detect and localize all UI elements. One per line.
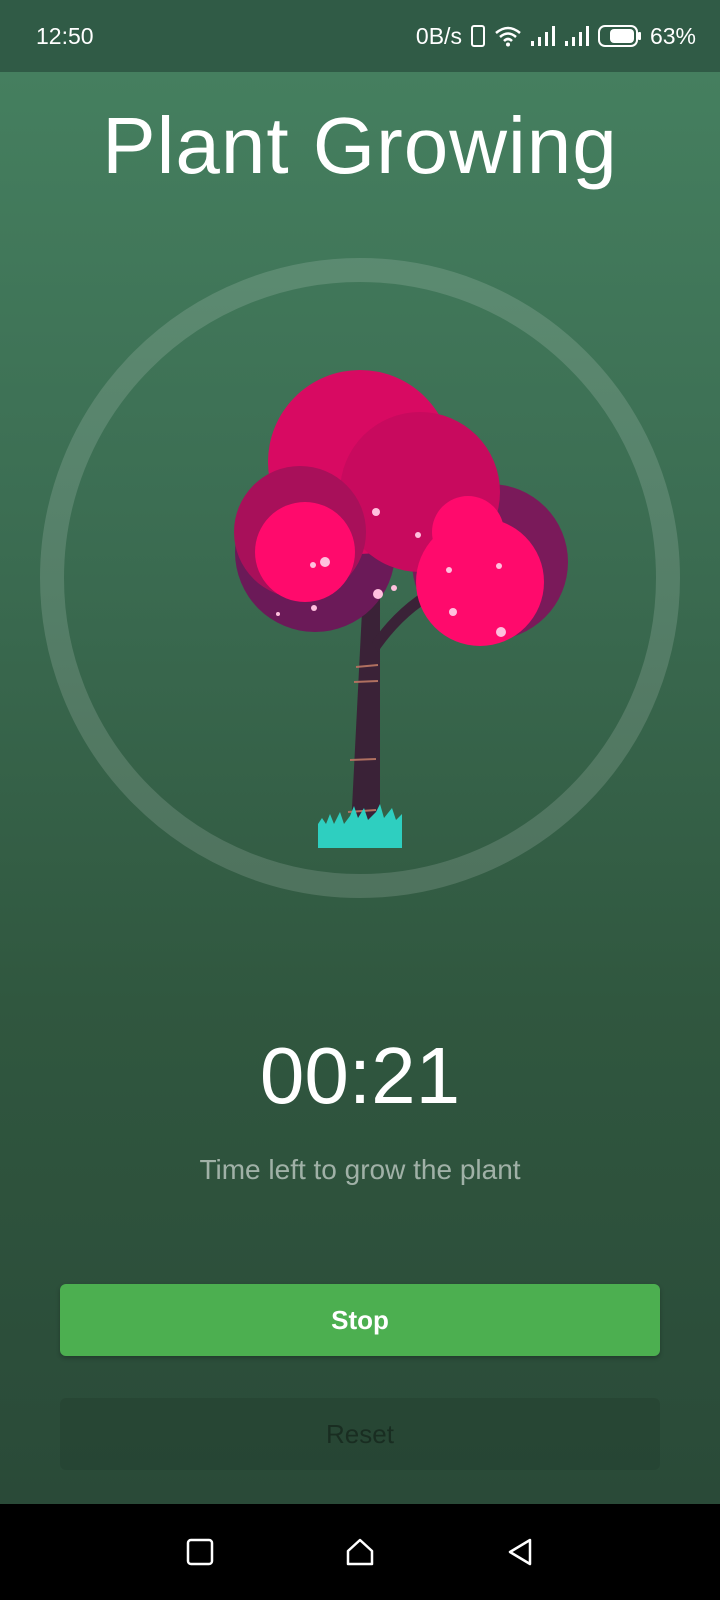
status-icons: 0B/s 63% [416,23,696,50]
stop-button[interactable]: Stop [60,1284,660,1356]
page-title: Plant Growing [102,101,618,190]
countdown-timer: 00:21 [259,1031,461,1120]
signal-icon [530,25,556,47]
tree-illustration [234,370,568,848]
timer-caption: Time left to grow the plant [199,1154,521,1185]
status-time: 12:50 [36,22,94,49]
reset-button[interactable]: Reset [60,1398,660,1470]
system-nav-bar [0,1504,720,1600]
battery-percent: 63% [649,22,696,49]
phone-icon [470,24,486,48]
status-bar: 12:50 0B/s 63% [0,0,720,72]
home-icon[interactable] [330,1522,390,1582]
back-triangle-icon[interactable] [490,1522,550,1582]
wifi-icon [494,25,522,47]
net-speed: 0B/s [415,22,462,49]
signal-icon-2 [564,25,590,47]
battery-icon [597,24,642,48]
plant-screen: Plant Growing 00:21 Time left to grow th… [0,72,720,1504]
square-icon[interactable] [170,1522,230,1582]
